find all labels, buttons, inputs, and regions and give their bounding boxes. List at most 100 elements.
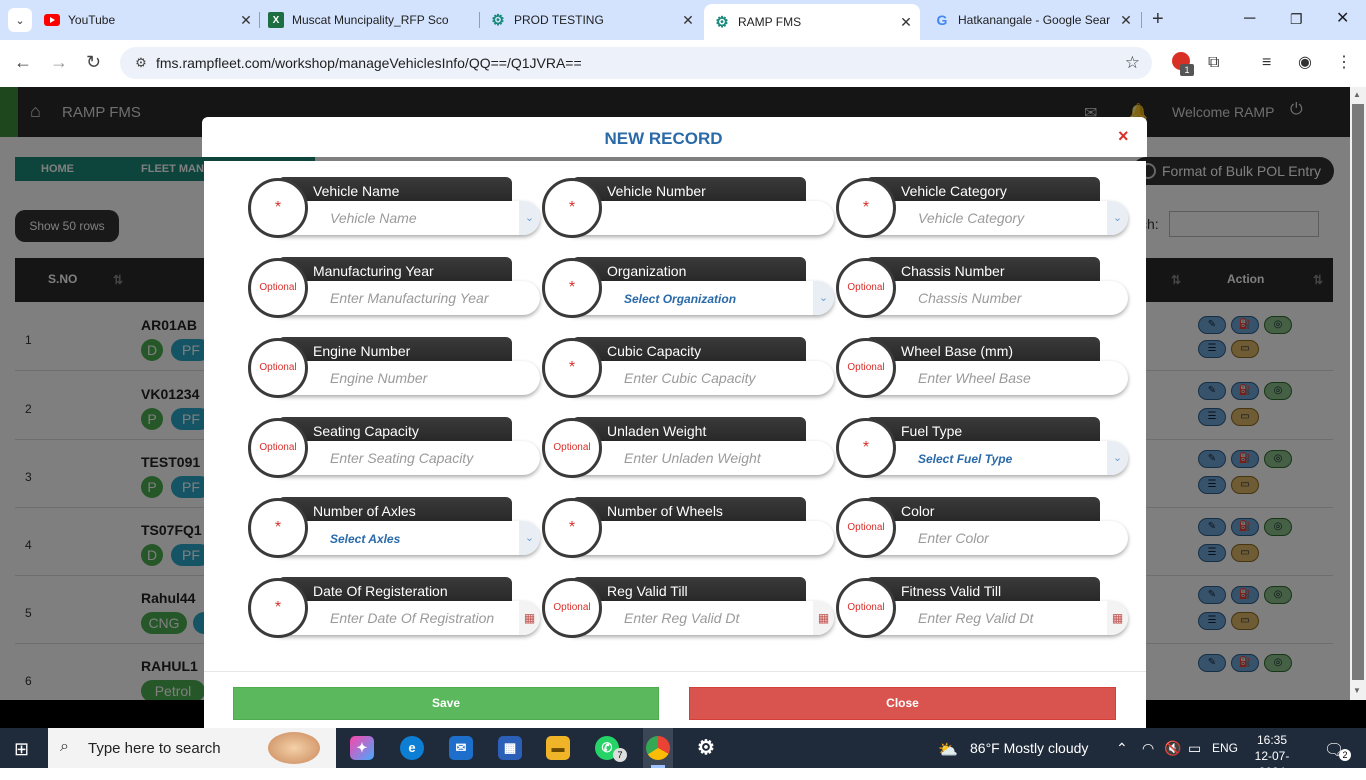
chevron-down-icon[interactable]: ⌄ [1107, 441, 1128, 475]
wheels-input[interactable] [572, 521, 834, 555]
windows-start-icon[interactable]: ⊞ [14, 739, 29, 760]
search-icon: ⌕ [60, 738, 69, 755]
close-tab-icon[interactable]: ✕ [898, 14, 914, 31]
tab-title: Hatkanangale - Google Sear [958, 13, 1111, 27]
youtube-icon [44, 12, 60, 28]
fitness-valid-till-input[interactable]: Enter Reg Valid Dt [866, 601, 1128, 635]
manufacturing-year-input[interactable]: Enter Manufacturing Year [278, 281, 540, 315]
modal-header: NEW RECORD × [202, 117, 1147, 157]
tab-title: Muscat Muncipality_RFP Sco [292, 13, 449, 27]
mail-app-icon[interactable]: ✉ [449, 736, 473, 760]
calendar-icon[interactable]: ▦ [519, 601, 540, 635]
browser-tab-strip: ⌄ YouTube ✕ X Muscat Muncipality_RFP Sco… [0, 0, 1366, 40]
organization-select[interactable]: Select Organization [572, 281, 834, 315]
optional-badge: Optional [542, 578, 602, 638]
reg-valid-till-input[interactable]: Enter Reg Valid Dt [572, 601, 834, 635]
tab-divider [479, 12, 480, 28]
clock-date: 12-07-2024 [1254, 749, 1290, 779]
weather-text[interactable]: 86°F Mostly cloudy [970, 740, 1088, 756]
field-wheel-base: Wheel Base (mm) Enter Wheel Base Optiona… [836, 337, 1128, 399]
volume-icon[interactable]: 🔇 [1164, 740, 1181, 757]
google-icon: G [936, 12, 948, 28]
required-badge: * [248, 498, 308, 558]
page-footer-strip [1146, 700, 1366, 728]
weather-icon[interactable]: ⛅ [938, 740, 958, 760]
chrome-icon[interactable] [646, 736, 670, 760]
engine-number-input[interactable]: Engine Number [278, 361, 540, 395]
calendar-icon[interactable]: ▦ [1107, 601, 1128, 635]
field-fuel-type: Fuel Type Select Fuel Type ⌄ * [836, 417, 1128, 479]
seating-capacity-input[interactable]: Enter Seating Capacity [278, 441, 540, 475]
extensions-icon[interactable]: ⧉ [1208, 54, 1219, 72]
tab-ramp-fms[interactable]: ⚙ RAMP FMS ✕ [704, 4, 920, 40]
media-control-icon[interactable]: ≡ [1262, 54, 1271, 72]
battery-icon[interactable]: ▭ [1188, 740, 1201, 757]
site-info-icon[interactable]: ⚙ [126, 55, 156, 71]
profile-icon[interactable]: ◉ [1298, 54, 1312, 72]
wifi-icon[interactable]: ◠ [1142, 740, 1154, 757]
tab-search-button[interactable]: ⌄ [8, 8, 32, 32]
vehicle-category-select[interactable]: Vehicle Category [866, 201, 1128, 235]
copilot-icon[interactable]: ✦ [350, 736, 374, 760]
tab-divider [1141, 12, 1142, 28]
file-explorer-icon[interactable]: ▬ [546, 736, 570, 760]
menu-dots-icon[interactable]: ⋮ [1336, 54, 1352, 72]
url-text: fms.rampfleet.com/workshop/manageVehicle… [156, 55, 582, 71]
tab-google[interactable]: G Hatkanangale - Google Sear ✕ [934, 6, 1134, 34]
calendar-icon[interactable]: ▦ [813, 601, 834, 635]
chevron-down-icon[interactable]: ⌄ [813, 281, 834, 315]
field-number-of-axles: Number of Axles Select Axles ⌄ * [248, 497, 540, 559]
close-button[interactable]: Close [689, 687, 1116, 720]
scroll-up-arrow[interactable]: ▲ [1353, 90, 1361, 99]
tab-youtube[interactable]: YouTube ✕ [44, 6, 254, 34]
tab-prod-testing[interactable]: ⚙ PROD TESTING ✕ [490, 6, 696, 34]
modal-close-icon[interactable]: × [1118, 126, 1129, 147]
fuel-type-select[interactable]: Select Fuel Type [866, 441, 1128, 475]
settings-gear-icon[interactable]: ⚙ [694, 736, 718, 760]
field-organization: Organization Select Organization ⌄ * [542, 257, 834, 319]
address-bar[interactable]: ⚙ fms.rampfleet.com/workshop/manageVehic… [120, 47, 1152, 79]
back-button[interactable]: ← [14, 52, 32, 72]
wheel-base-input[interactable]: Enter Wheel Base [866, 361, 1128, 395]
unladen-weight-input[interactable]: Enter Unladen Weight [572, 441, 834, 475]
close-tab-icon[interactable]: ✕ [1118, 12, 1134, 29]
registration-date-input[interactable]: Enter Date Of Registration [278, 601, 540, 635]
edge-icon[interactable]: e [400, 736, 424, 760]
chevron-down-icon[interactable]: ⌄ [1107, 201, 1128, 235]
chassis-number-input[interactable]: Chassis Number [866, 281, 1128, 315]
minimize-button[interactable]: ─ [1244, 10, 1255, 28]
color-input[interactable]: Enter Color [866, 521, 1128, 555]
window-close-button[interactable]: ✕ [1336, 10, 1349, 28]
chevron-up-icon[interactable]: ⌃ [1116, 740, 1128, 757]
close-tab-icon[interactable]: ✕ [238, 12, 254, 29]
vehicle-name-select[interactable]: Vehicle Name [278, 201, 540, 235]
vehicle-number-input[interactable] [572, 201, 834, 235]
store-icon[interactable]: ▦ [498, 736, 522, 760]
scroll-down-arrow[interactable]: ▼ [1353, 686, 1361, 695]
reload-button[interactable]: ↻ [86, 52, 101, 72]
tab-title: PROD TESTING [514, 13, 604, 27]
tab-excel[interactable]: X Muscat Muncipality_RFP Sco [268, 6, 474, 34]
field-vehicle-number: Vehicle Number * [542, 177, 834, 239]
bookmark-star-icon[interactable]: ☆ [1125, 53, 1140, 73]
field-vehicle-category: Vehicle Category Vehicle Category ⌄ * [836, 177, 1128, 239]
optional-badge: Optional [836, 578, 896, 638]
scrollbar-thumb[interactable] [1352, 104, 1364, 680]
language-indicator[interactable]: ENG [1212, 741, 1238, 755]
forward-button[interactable]: → [50, 52, 68, 72]
new-tab-button[interactable]: + [1152, 9, 1164, 29]
save-button[interactable]: Save [233, 687, 659, 720]
whatsapp-badge: 7 [613, 748, 627, 762]
required-badge: * [542, 258, 602, 318]
chevron-down-icon[interactable]: ⌄ [519, 521, 540, 555]
system-clock[interactable]: 16:35 12-07-2024 [1250, 732, 1294, 780]
cubic-capacity-input[interactable]: Enter Cubic Capacity [572, 361, 834, 395]
browser-toolbar: ← → ↻ ⚙ fms.rampfleet.com/workshop/manag… [0, 40, 1366, 86]
chevron-down-icon[interactable]: ⌄ [519, 201, 540, 235]
required-badge: * [836, 178, 896, 238]
field-chassis-number: Chassis Number Chassis Number Optional [836, 257, 1128, 319]
close-tab-icon[interactable]: ✕ [680, 12, 696, 29]
restore-button[interactable]: ❐ [1290, 10, 1303, 28]
taskbar-search-box[interactable]: ⌕ Type here to search [48, 728, 336, 768]
axles-select[interactable]: Select Axles [278, 521, 540, 555]
